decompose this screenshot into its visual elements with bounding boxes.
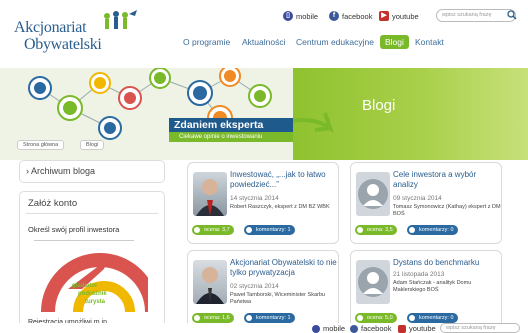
breadcrumb-home[interactable]: Strona główna: [17, 140, 65, 150]
author-photo: [193, 260, 227, 304]
gauge-label-gladiator: gladiator: [72, 283, 98, 289]
post-date: 02 stycznia 2014: [230, 283, 279, 290]
facebook-link[interactable]: f facebook: [329, 11, 372, 21]
post-author: Adam Stańczak - analityk Domu Maklerskie…: [393, 280, 472, 293]
facebook-icon: f: [329, 11, 339, 21]
post-date: 21 listopada 2013: [393, 271, 445, 278]
investor-gauge-illustration: [41, 253, 148, 313]
rating-badge: ocena: 3,7: [192, 225, 234, 235]
logo-line-1: Akcjonariat: [14, 19, 87, 36]
mobile-icon: ▯: [283, 11, 293, 21]
comment-icon: [246, 315, 252, 321]
mobile-link[interactable]: ▯ mobile: [283, 11, 318, 21]
rating-badge: ocena: 1,6: [192, 313, 234, 323]
page: { "logo": {"line1": "Akcjonariat", "line…: [0, 0, 528, 333]
sticky-header-bar: mobile facebook youtube wpisz szukaną fr…: [0, 323, 528, 333]
post-date: 09 stycznia 2014: [393, 195, 442, 202]
breadcrumb-current[interactable]: Blogi: [80, 140, 105, 150]
mobile-icon: [312, 324, 320, 333]
divider: [34, 240, 134, 241]
gauge-label-turysta: turysta: [85, 299, 106, 305]
comments-badge[interactable]: komentarzy: 1: [244, 313, 295, 323]
mobile-link[interactable]: mobile: [312, 324, 345, 333]
post-title[interactable]: Akcjonariat Obywatelski to nie tylko pry…: [230, 258, 338, 278]
rating-badge: ocena: 5,0: [355, 313, 397, 323]
banner-title: Blogi: [362, 97, 396, 114]
post-author: Robert Raszczyk, ekspert z DM BZ WBK: [230, 204, 330, 210]
blog-post-card[interactable]: Dystans do benchmarku 21 listopada 2013 …: [350, 250, 502, 332]
search-input[interactable]: wpisz szukaną frazę: [440, 323, 520, 333]
facebook-label: facebook: [342, 11, 373, 21]
expert-heading: Zdaniem eksperta: [169, 118, 293, 132]
comments-badge[interactable]: komentarzy: 0: [407, 313, 458, 323]
comments-badge[interactable]: komentarzy: 1: [244, 225, 295, 235]
search-icon[interactable]: [507, 10, 517, 20]
author-avatar-placeholder: [356, 172, 390, 216]
nav-aktualnosci[interactable]: Aktualności: [242, 37, 285, 47]
star-icon: [357, 315, 363, 321]
post-author: Paweł Tamborski, Wiceminister Skarbu Pań…: [230, 292, 325, 305]
star-icon: [357, 227, 363, 233]
site-logo[interactable]: Akcjonariat Obywatelski: [14, 10, 144, 54]
nav-blogi[interactable]: Blogi: [380, 35, 409, 49]
youtube-link[interactable]: ▶ youtube: [379, 11, 419, 21]
author-photo: [193, 172, 227, 216]
post-author: Tomasz Symonowicz (Kathay) ekspert z DM …: [393, 204, 501, 217]
account-box: Załóż konto Określ swój profil inwestora…: [19, 191, 165, 331]
post-date: 14 stycznia 2014: [230, 195, 279, 202]
comment-icon: [409, 227, 415, 233]
logo-line-2: Obywatelski: [24, 36, 102, 53]
expert-subheading: Ciekawe opinie o inwestowaniu: [169, 132, 293, 142]
account-title: Załóż konto: [28, 198, 78, 209]
search-input[interactable]: wpisz szukaną frazę: [436, 9, 516, 22]
blog-post-card[interactable]: Akcjonariat Obywatelski to nie tylko pry…: [187, 250, 339, 332]
star-icon: [194, 227, 200, 233]
comment-icon: [409, 315, 415, 321]
rating-badge: ocena: 3,5: [355, 225, 397, 235]
blog-post-card[interactable]: Inwestować, „...jak to łatwo powiedzieć.…: [187, 162, 339, 244]
post-title[interactable]: Inwestować, „...jak to łatwo powiedzieć.…: [230, 170, 338, 190]
divider: [26, 213, 158, 214]
mobile-label: mobile: [296, 11, 319, 21]
nav-o-programie[interactable]: O programie: [183, 37, 230, 47]
nav-kontakt[interactable]: Kontakt: [415, 37, 444, 47]
facebook-icon: [350, 324, 358, 333]
comment-icon: [246, 227, 252, 233]
youtube-label: youtube: [392, 11, 419, 21]
logo-figures-icon: [104, 10, 137, 29]
star-icon: [194, 315, 200, 321]
profile-link[interactable]: Określ swój profil inwestora: [28, 225, 119, 234]
nav-centrum-edukacyjne[interactable]: Centrum edukacyjne: [296, 37, 374, 47]
youtube-icon: [398, 324, 406, 333]
post-title[interactable]: Dystans do benchmarku: [393, 258, 501, 268]
gauge-label-podroznik: podróżnik: [78, 291, 107, 297]
archive-box[interactable]: › Archiwum bloga: [19, 160, 165, 183]
comments-badge[interactable]: komentarzy: 0: [407, 225, 458, 235]
blog-post-card[interactable]: Cele inwestora a wybór analizy 09 styczn…: [350, 162, 502, 244]
facebook-link[interactable]: facebook: [350, 324, 391, 333]
author-avatar-placeholder: [356, 260, 390, 304]
archive-link: › Archiwum bloga: [26, 166, 96, 176]
youtube-link[interactable]: youtube: [398, 324, 436, 333]
youtube-icon: ▶: [379, 11, 389, 21]
chevron-right-icon: ›: [26, 166, 29, 176]
post-title[interactable]: Cele inwestora a wybór analizy: [393, 170, 501, 190]
